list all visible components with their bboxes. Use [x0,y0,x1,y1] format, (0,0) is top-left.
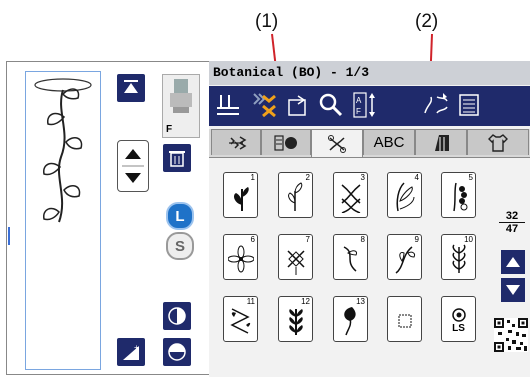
presser-foot-indicator: F [162,74,200,138]
lock-stitch-label: LS [452,323,465,334]
page-indicator: 32 47 [499,210,525,235]
stitch-preview [25,71,101,370]
flip-button[interactable] [163,338,191,366]
tab-alphabet-label: ABC [373,134,405,151]
tab-alphabet[interactable]: ABC [363,129,415,155]
elongation-icon: + [123,343,139,360]
svg-text:+: + [134,343,139,352]
mirror-button[interactable] [163,302,191,330]
memory-button[interactable] [454,90,484,120]
cursor-updown-buttons[interactable] [117,140,149,192]
zoom-button[interactable] [316,90,346,120]
pattern-cell-9[interactable]: 9 [387,234,422,280]
page-up-button[interactable] [501,250,525,274]
pattern-combine-button[interactable] [249,90,279,120]
pattern-selection-screen: Botanical (BO) - 1/3 AF ABC 1 2 3 4 5 6 … [209,61,530,377]
pattern-cell-blank[interactable] [387,296,422,342]
tab-decorative[interactable] [311,129,363,157]
utility-stitch-icon [229,135,247,150]
stitch-setting-button[interactable] [213,90,243,120]
pattern-combine-icon [253,93,276,118]
flip-icon [168,343,186,361]
delete-button[interactable] [163,144,191,172]
pattern-cell-3[interactable]: 3 [333,172,368,218]
page-down-button[interactable] [501,278,525,302]
curl-leaf-icon [343,246,357,272]
pattern-cell-4[interactable]: 4 [387,172,422,218]
presser-foot-label: F [166,124,173,135]
stitch-setting-icon [217,95,239,115]
presser-foot-icon [170,79,192,113]
pattern-cell-12[interactable]: 12 [278,296,313,342]
cross-flower-icon [287,250,305,275]
shirt-icon [488,133,508,152]
return-icon [288,95,306,116]
size-s-button[interactable]: S [166,232,194,260]
letter-spacing-icon: AF [353,92,375,118]
stitch-edit-panel: F L S + [6,61,209,375]
qr-code-icon [494,318,528,352]
pattern-cell-1[interactable]: 1 [223,172,258,218]
trash-icon [169,151,185,167]
pattern-cell-5[interactable]: 5 [441,172,476,218]
flower-icon [228,245,254,273]
mirror-icon [168,307,186,325]
elongation-button[interactable]: + [117,338,145,366]
blank-stitch-icon [398,314,412,328]
jump-top-icon [124,80,138,93]
vine-leaf-icon [395,246,415,274]
wheat-icon [452,244,466,273]
page-current: 32 [499,210,525,223]
size-l-label: L [175,207,185,225]
pattern-cell-11[interactable]: 11 [223,296,258,342]
memory-icon [459,94,479,116]
svg-text:A: A [356,96,362,105]
tab-utility[interactable] [211,129,261,155]
fern-leaf-icon [396,182,415,212]
magnifier-icon [319,93,343,117]
pattern-title-bar: Botanical (BO) - 1/3 [209,61,530,85]
pattern-cell-7[interactable]: 7 [278,234,313,280]
size-l-button[interactable]: L [166,202,194,230]
qr-code [494,318,528,352]
back-button[interactable] [283,90,313,120]
pattern-transform-icon [424,93,448,114]
pattern-cell-lock-stitch[interactable]: LS [441,296,476,342]
updown-arrows-icon [122,149,144,183]
berry-branch-icon [453,182,468,212]
pattern-cell-2[interactable]: 2 [278,172,313,218]
single-leaf-icon [344,307,356,336]
category-tabs: ABC [209,129,530,157]
svg-text:F: F [356,107,361,116]
pattern-cell-13[interactable]: 13 [333,296,368,342]
leaf-stem-icon [288,182,303,211]
tab-satin[interactable] [261,129,311,155]
tab-garment[interactable] [467,129,529,155]
double-leaf-icon [341,184,361,213]
tab-quilt[interactable] [415,129,467,155]
pattern-grid: 1 2 3 4 5 6 7 8 9 10 11 12 13 LS 32 47 [209,157,530,377]
arrow-up-icon [506,257,520,267]
leaf-stem-icon [234,187,249,211]
arrow-down-icon [506,285,520,295]
vine-pattern-preview [34,78,92,223]
letter-spacing-button[interactable]: AF [350,90,380,120]
satin-stitch-icon [274,134,297,151]
decorative-stitch-icon [328,134,346,153]
pattern-transform-button[interactable] [421,90,451,120]
page-total: 47 [505,223,519,235]
solid-wheat-icon [289,309,303,335]
pattern-cell-6[interactable]: 6 [223,234,258,280]
zigzag-leaf-icon [230,308,251,334]
size-s-label: S [174,237,185,255]
pattern-cell-8[interactable]: 8 [333,234,368,280]
toolbar: AF [209,86,530,126]
jump-to-top-button[interactable] [117,74,145,102]
edit-cursor [8,227,10,245]
quilt-icon [435,134,449,151]
pattern-cell-10[interactable]: 10 [441,234,476,280]
